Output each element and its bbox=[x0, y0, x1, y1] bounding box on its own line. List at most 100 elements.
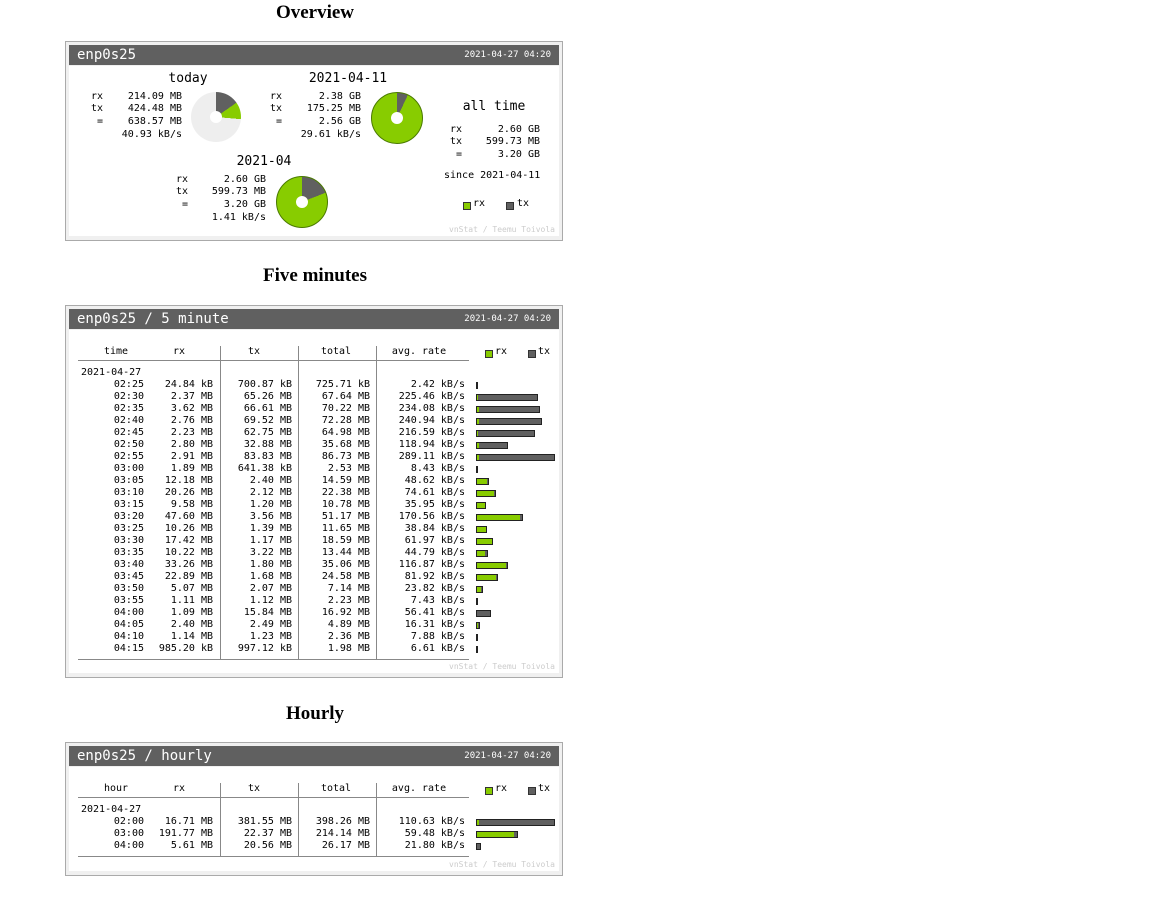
cell-time: 04:15 bbox=[113, 643, 144, 654]
cell-rx: 2.37 MB bbox=[170, 391, 213, 402]
rx-bar-segment bbox=[476, 478, 487, 485]
cell-time: 02:35 bbox=[113, 403, 144, 414]
cell-rx: 47.60 MB bbox=[164, 511, 213, 522]
five-minute-title: enp0s25 / 5 minute bbox=[77, 311, 229, 327]
col-header-rx: rx bbox=[172, 783, 186, 794]
col-header-total: total bbox=[320, 783, 352, 794]
day-total-value: 2.56 GB bbox=[318, 116, 361, 127]
tx-bar-segment bbox=[506, 562, 508, 569]
cell-rate: 216.59 kB/s bbox=[398, 427, 465, 438]
cell-tx: 32.88 MB bbox=[243, 439, 292, 450]
five-legend-tx-swatch bbox=[528, 350, 536, 358]
overview-body: today rx tx = 214.09 MB 424.48 MB 638.57… bbox=[69, 66, 559, 236]
month-label: 2021-04 bbox=[236, 154, 292, 169]
traffic-bar bbox=[476, 526, 487, 533]
overview-header-bar: enp0s25 2021-04-27 04:20 bbox=[69, 45, 559, 65]
alltime-rx-value: 2.60 GB bbox=[497, 124, 540, 135]
traffic-bar bbox=[476, 394, 538, 401]
cell-time: 03:20 bbox=[113, 511, 144, 522]
col-header-tx: tx bbox=[247, 783, 261, 794]
traffic-bar bbox=[476, 466, 478, 473]
interface-name: enp0s25 bbox=[77, 47, 137, 63]
cell-rate: 7.43 kB/s bbox=[410, 595, 465, 606]
tx-bar-segment bbox=[477, 646, 478, 653]
cell-rx: 24.84 kB bbox=[164, 379, 213, 390]
hourly-legend-tx-swatch bbox=[528, 787, 536, 795]
cell-time: 03:00 bbox=[113, 828, 144, 839]
cell-total: 14.59 MB bbox=[321, 475, 370, 486]
cell-time: 03:00 bbox=[113, 463, 144, 474]
cell-total: 13.44 MB bbox=[321, 547, 370, 558]
alltime-eq-label: = bbox=[456, 149, 463, 160]
cell-rx: 1.14 MB bbox=[170, 631, 213, 642]
cell-tx: 62.75 MB bbox=[243, 427, 292, 438]
cell-total: 64.98 MB bbox=[321, 427, 370, 438]
timestamp: 2021-04-27 04:20 bbox=[464, 50, 551, 60]
cell-time: 03:15 bbox=[113, 499, 144, 510]
tx-bar-segment bbox=[477, 466, 478, 473]
traffic-bar bbox=[476, 843, 481, 850]
cell-rate: 118.94 kB/s bbox=[398, 439, 465, 450]
cell-tx: 22.37 MB bbox=[243, 828, 292, 839]
cell-total: 1.98 MB bbox=[327, 643, 370, 654]
cell-rx: 3.62 MB bbox=[170, 403, 213, 414]
cell-time: 03:35 bbox=[113, 547, 144, 558]
cell-time: 02:50 bbox=[113, 439, 144, 450]
cell-rate: 225.46 kB/s bbox=[398, 391, 465, 402]
cell-tx: 2.49 MB bbox=[249, 619, 292, 630]
day-rate-value: 29.61 kB/s bbox=[300, 129, 361, 140]
alltime-rx-label: rx bbox=[450, 124, 463, 135]
cell-rate: 2.42 kB/s bbox=[410, 379, 465, 390]
cell-rate: 56.41 kB/s bbox=[404, 607, 465, 618]
cell-rx: 5.61 MB bbox=[170, 840, 213, 851]
cell-rate: 116.87 kB/s bbox=[398, 559, 465, 570]
tx-bar-segment bbox=[478, 622, 480, 629]
tx-bar-segment bbox=[477, 598, 478, 605]
tx-bar-segment bbox=[520, 514, 523, 521]
today-rate-value: 40.93 kB/s bbox=[121, 129, 182, 140]
traffic-bar bbox=[476, 586, 483, 593]
header-rule bbox=[78, 797, 469, 798]
hourly-panel: enp0s25 / hourly 2021-04-27 04:20 hour r… bbox=[65, 742, 563, 876]
cell-tx: 1.12 MB bbox=[249, 595, 292, 606]
month-total-value: 3.20 GB bbox=[223, 199, 266, 210]
cell-tx: 1.17 MB bbox=[249, 535, 292, 546]
cell-time: 03:30 bbox=[113, 535, 144, 546]
cell-rate: 8.43 kB/s bbox=[410, 463, 465, 474]
legend-tx-swatch bbox=[506, 202, 514, 210]
cell-total: 214.14 MB bbox=[315, 828, 370, 839]
today-rx-value: 214.09 MB bbox=[127, 91, 182, 102]
cell-time: 03:45 bbox=[113, 571, 144, 582]
traffic-bar bbox=[476, 442, 508, 449]
cell-time: 02:55 bbox=[113, 451, 144, 462]
col-divider bbox=[376, 346, 377, 659]
tx-bar-segment bbox=[487, 478, 489, 485]
cell-time: 04:10 bbox=[113, 631, 144, 642]
cell-total: 35.68 MB bbox=[321, 439, 370, 450]
rx-bar-segment bbox=[476, 562, 506, 569]
col-header-total: total bbox=[320, 346, 352, 357]
tx-bar-segment bbox=[479, 442, 508, 449]
cell-total: 26.17 MB bbox=[321, 840, 370, 851]
tx-bar-segment bbox=[486, 526, 487, 533]
cell-tx: 381.55 MB bbox=[237, 816, 292, 827]
traffic-bar bbox=[476, 550, 488, 557]
cell-rate: 7.88 kB/s bbox=[410, 631, 465, 642]
footer-rule bbox=[78, 856, 469, 857]
cell-time: 02:45 bbox=[113, 427, 144, 438]
col-header-tx: tx bbox=[247, 346, 261, 357]
cell-tx: 700.87 kB bbox=[237, 379, 292, 390]
cell-rx: 2.40 MB bbox=[170, 619, 213, 630]
five-minute-body: time rx tx total avg. rate rx tx 2021-04… bbox=[69, 330, 559, 673]
cell-total: 7.14 MB bbox=[327, 583, 370, 594]
cell-total: 725.71 kB bbox=[315, 379, 370, 390]
tx-bar-segment bbox=[496, 574, 498, 581]
tx-bar-segment bbox=[514, 831, 518, 838]
col-header-hour: hour bbox=[103, 783, 129, 794]
traffic-bar bbox=[476, 610, 491, 617]
tx-bar-segment bbox=[477, 610, 491, 617]
traffic-bar bbox=[476, 490, 496, 497]
legend-tx-label: tx bbox=[517, 198, 530, 209]
cell-tx: 83.83 MB bbox=[243, 451, 292, 462]
rx-bar-segment bbox=[476, 526, 486, 533]
